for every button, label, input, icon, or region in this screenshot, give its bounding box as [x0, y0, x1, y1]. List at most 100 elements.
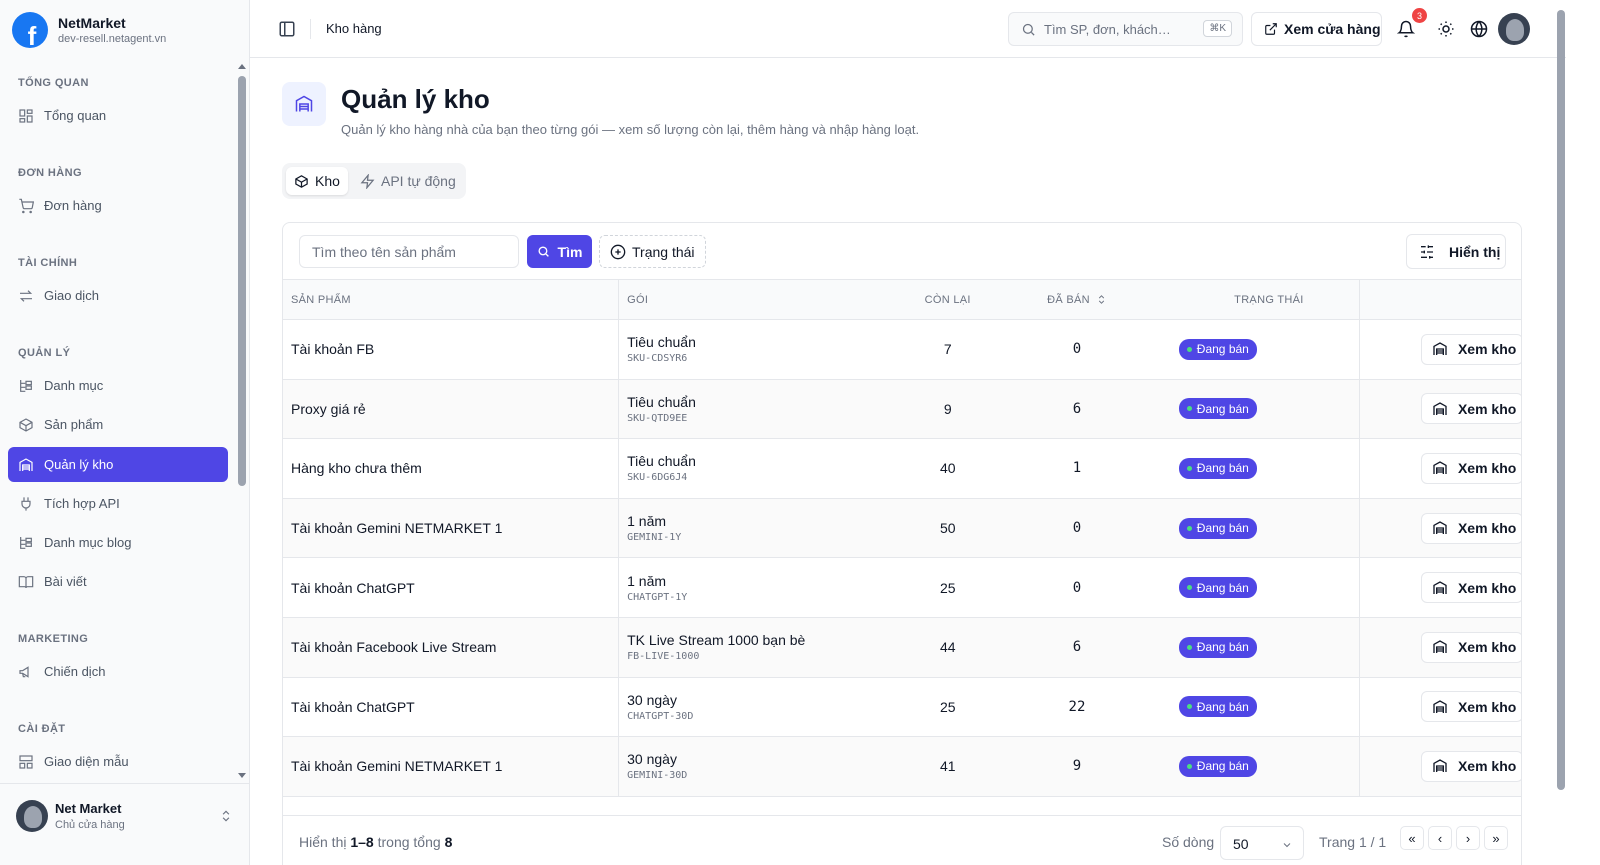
sold-count: 6 [983, 617, 1171, 678]
page-indicator: Trang 1 / 1 [1319, 834, 1387, 850]
prev-page-button[interactable]: ‹ [1428, 826, 1452, 850]
product-name: Tài khoản ChatGPT [283, 677, 620, 738]
plug-icon [18, 496, 34, 512]
page-scrollbar[interactable] [1557, 10, 1565, 790]
tab-warehouse[interactable]: Kho [286, 167, 348, 195]
package-sku: GEMINI-1Y [627, 532, 682, 544]
package-sku: CHATGPT-1Y [627, 591, 688, 603]
package-cell: Tiêu chuẩn SKU-CDSYR6 [618, 319, 913, 380]
sidebar-item-orders[interactable]: Đơn hàng [8, 188, 228, 223]
layout-icon [18, 754, 34, 770]
view-stock-button[interactable]: Xem kho [1420, 691, 1521, 723]
col-sold[interactable]: ĐÃ BÁN [983, 279, 1171, 320]
warehouse-icon [1432, 639, 1458, 655]
page-subtitle: Quản lý kho hàng nhà của bạn theo từng g… [341, 122, 920, 137]
remaining-count: 9 [912, 379, 984, 440]
remaining-count: 44 [912, 617, 984, 678]
package-name: Tiêu chuẩn [627, 453, 696, 470]
sun-icon[interactable] [1437, 20, 1455, 38]
view-stock-button[interactable]: Xem kho [1420, 333, 1521, 365]
warehouse-icon [1432, 341, 1458, 357]
scroll-down-arrow-icon[interactable] [238, 773, 246, 778]
brand[interactable]: f NetMarket dev-resell.netagent.vn [12, 12, 166, 48]
rows-per-page-select[interactable]: 50 [1220, 826, 1304, 860]
user-name: Net Market [55, 801, 122, 816]
view-stock-button[interactable]: Xem kho [1420, 631, 1521, 663]
col-status[interactable]: TRẠNG THÁI [1170, 279, 1360, 320]
global-search[interactable]: Tìm SP, đơn, khách… ⌘K [1008, 12, 1243, 46]
sliders-icon [1421, 244, 1433, 259]
table-row: Tài khoản ChatGPT 1 năm CHATGPT-1Y 25 0 Đang … [283, 557, 1521, 618]
sidebar-scroll-thumb[interactable] [238, 76, 246, 486]
sidebar-item-api[interactable]: Tích hợp API [8, 486, 228, 521]
globe-icon[interactable] [1470, 20, 1488, 38]
col-actions [1359, 279, 1521, 320]
book-icon [18, 574, 34, 590]
scroll-up-arrow-icon[interactable] [238, 64, 246, 69]
package-cell: 30 ngày CHATGPT-30D [618, 677, 913, 738]
package-name: Tiêu chuẩn [627, 334, 696, 351]
page-title: Quản lý kho [341, 84, 490, 114]
view-store-button[interactable]: Xem cửa hàng [1251, 12, 1382, 46]
sidebar-item-products[interactable]: Sản phẩm [8, 407, 228, 442]
sort-icon[interactable] [1096, 294, 1107, 305]
package-name: 1 năm [627, 513, 667, 530]
col-product[interactable]: SẢN PHẨM [283, 279, 620, 320]
sidebar-toggle-icon[interactable] [278, 20, 296, 38]
sidebar-item-blog-categories[interactable]: Danh mục blog [8, 525, 228, 560]
sidebar-item-templates[interactable]: Giao diện mẫu [8, 744, 228, 779]
tree-icon [18, 378, 34, 394]
view-stock-button[interactable]: Xem kho [1420, 750, 1521, 782]
table-row: Tài khoản ChatGPT 30 ngày CHATGPT-30D 25 22 Đ… [283, 677, 1521, 738]
action-cell: Xem kho [1359, 498, 1521, 559]
user-menu[interactable]: Net Market Chủ cửa hàng [0, 783, 250, 865]
status-cell: Đang bán [1170, 438, 1360, 499]
header-avatar[interactable] [1498, 13, 1530, 45]
box-icon [18, 417, 34, 433]
product-name: Tài khoản Facebook Live Stream [283, 617, 620, 678]
sidebar-item-warehouse[interactable]: Quản lý kho [8, 447, 228, 482]
package-name: Tiêu chuẩn [627, 393, 696, 410]
megaphone-icon [18, 664, 34, 680]
bell-icon[interactable] [1397, 20, 1415, 38]
next-page-button[interactable]: › [1456, 826, 1480, 850]
product-name: Proxy giá rẻ [283, 379, 620, 440]
sidebar-scrollbar[interactable] [237, 62, 247, 780]
view-stock-button[interactable]: Xem kho [1420, 393, 1521, 425]
action-cell: Xem kho [1359, 379, 1521, 440]
display-options-button[interactable]: Hiển thị [1406, 234, 1506, 269]
tab-auto-api[interactable]: API tự động [352, 167, 464, 195]
status-filter-button[interactable]: Trạng thái [599, 235, 706, 268]
product-name: Tài khoản Gemini NETMARKET 1 [283, 498, 620, 559]
view-stock-button[interactable]: Xem kho [1420, 512, 1521, 544]
remaining-count: 25 [912, 677, 984, 738]
zap-icon [360, 173, 375, 189]
table-header-row: SẢN PHẨM GÓI CÒN LẠI ĐÃ BÁN TRẠNG THÁI [283, 279, 1521, 320]
product-search-input[interactable] [299, 235, 519, 268]
col-remaining[interactable]: CÒN LẠI [912, 279, 984, 320]
sidebar-item-posts[interactable]: Bài viết [8, 564, 228, 599]
nav-section-settings: CÀI ĐẶT [18, 723, 66, 735]
warehouse-card: Tìm Trạng thái Hiển thị SẢN PHẨM GÓI CÒN… [282, 222, 1522, 865]
sidebar-item-campaigns[interactable]: Chiến dịch [8, 654, 228, 689]
last-page-button[interactable]: » [1484, 826, 1508, 850]
search-button[interactable]: Tìm [527, 235, 592, 268]
col-package[interactable]: GÓI [618, 279, 913, 320]
search-icon [1022, 23, 1035, 36]
search-shortcut: ⌘K [1203, 20, 1232, 37]
view-stock-button[interactable]: Xem kho [1420, 452, 1521, 484]
sidebar-item-categories[interactable]: Danh mục [8, 368, 228, 403]
sidebar-item-transactions[interactable]: Giao dịch [8, 278, 228, 313]
table-footer: Hiển thị 1–8 trong tổng 8 Số dòng 50 Tra… [283, 815, 1521, 865]
nav-section-management: QUẢN LÝ [18, 347, 71, 359]
status-dot-icon [1186, 763, 1192, 769]
view-stock-button[interactable]: Xem kho [1420, 572, 1521, 604]
first-page-button[interactable]: « [1400, 826, 1424, 850]
table-row: Tài khoản Gemini NETMARKET 1 1 năm GEMINI-… [283, 498, 1521, 559]
sold-count: 6 [983, 379, 1171, 440]
external-link-icon [1265, 23, 1277, 35]
product-name: Tài khoản FB [283, 319, 620, 380]
remaining-count: 7 [912, 319, 984, 380]
sidebar-item-overview[interactable]: Tổng quan [8, 98, 228, 133]
package-cell: Tiêu chuẩn SKU-QTD9EE [618, 379, 913, 440]
